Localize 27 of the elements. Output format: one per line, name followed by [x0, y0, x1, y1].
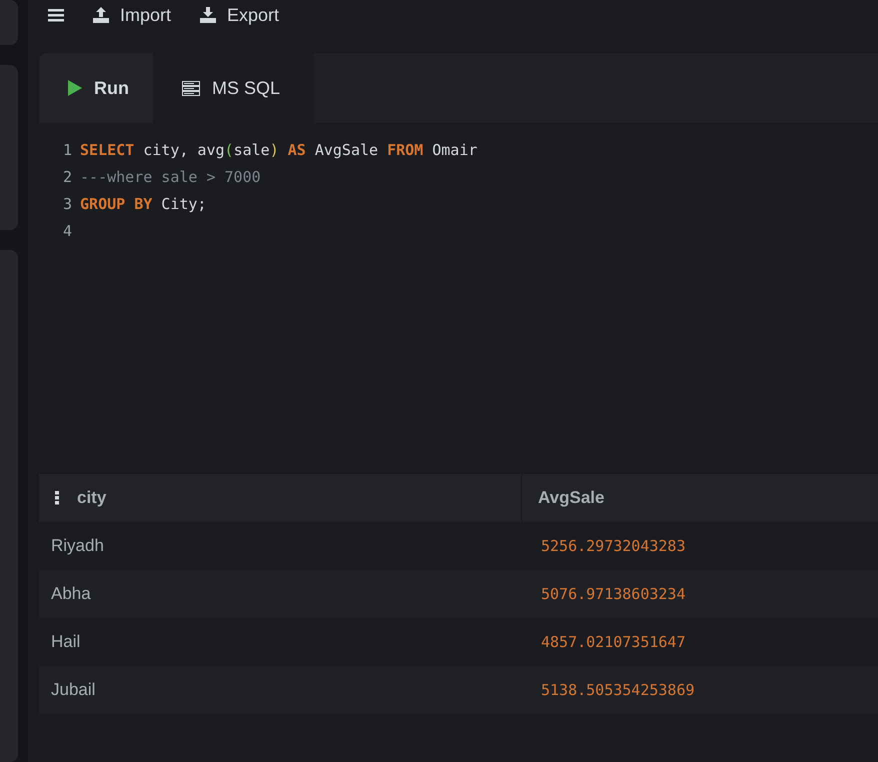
table-cell: Abha — [51, 584, 91, 604]
table-cell: Hail — [51, 632, 80, 652]
code-line: SELECT city, avg(sale) AS AvgSale FROM Omair — [80, 141, 478, 162]
line-number: 2 — [63, 168, 72, 188]
menu-icon — [48, 8, 64, 22]
export-button[interactable]: Export — [199, 4, 280, 26]
table-cell: Jubail — [51, 680, 96, 700]
table-cell: 4857.02107351647 — [541, 633, 686, 651]
download-icon — [199, 6, 218, 24]
upload-icon — [92, 6, 110, 24]
code-line: GROUP BY City; — [80, 195, 206, 216]
column-menu-icon[interactable] — [55, 491, 59, 505]
menu-button[interactable] — [48, 8, 64, 22]
run-tab[interactable]: Run — [39, 53, 153, 124]
play-icon — [68, 80, 82, 96]
table-cell: Riyadh — [51, 536, 104, 556]
column-header[interactable]: AvgSale — [538, 488, 604, 508]
table-cell: 5256.29732043283 — [541, 537, 686, 555]
line-number: 1 — [63, 141, 72, 162]
table-cell: 5076.97138603234 — [541, 585, 686, 603]
line-number: 4 — [63, 222, 72, 242]
table-cell: 5138.505354253869 — [541, 681, 695, 699]
server-icon — [182, 80, 200, 96]
import-button[interactable]: Import — [92, 4, 172, 26]
column-header[interactable]: city — [77, 488, 106, 508]
code-line: ---where sale > 7000 — [80, 168, 261, 188]
line-number: 3 — [63, 195, 72, 216]
